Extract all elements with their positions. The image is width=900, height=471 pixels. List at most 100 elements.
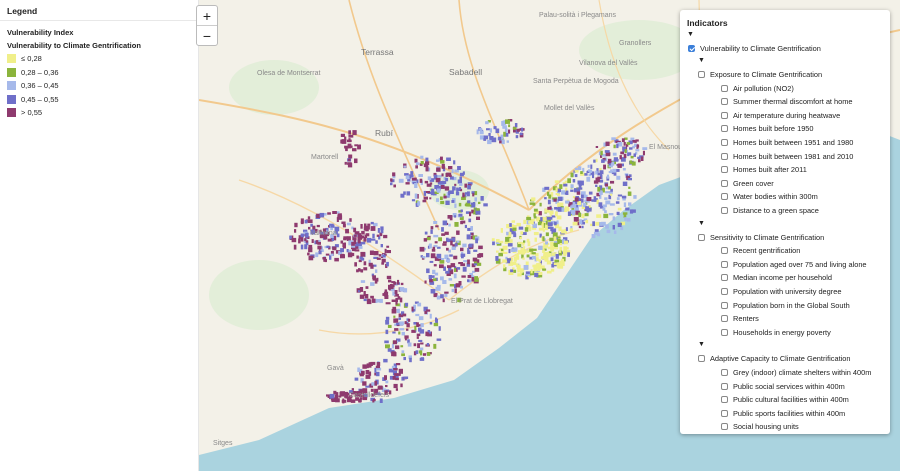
vulnerability-block: [396, 308, 400, 313]
map-label-santperpetua: Santa Perpètua de Mogoda: [533, 78, 619, 85]
vulnerability-block: [436, 338, 442, 341]
indicator-item[interactable]: Distance to a green space: [721, 206, 819, 215]
indicator-item[interactable]: Social housing units: [721, 422, 799, 431]
vulnerability-block: [430, 226, 434, 230]
vulnerability-block: [469, 212, 472, 217]
indicator-group[interactable]: Sensitivity to Climate Gentrification: [698, 233, 824, 242]
indicator-root[interactable]: Vulnerability to Climate Gentrification: [688, 44, 821, 53]
vulnerability-block: [624, 217, 627, 221]
vulnerability-block: [368, 362, 373, 366]
indicator-item[interactable]: Public sports facilities within 400m: [721, 409, 845, 418]
checkbox[interactable]: [721, 152, 728, 160]
checkbox[interactable]: [721, 166, 728, 174]
indicator-item[interactable]: Households in energy poverty: [721, 328, 831, 337]
vulnerability-block: [456, 240, 460, 243]
checkbox[interactable]: [721, 409, 728, 417]
vulnerability-block: [557, 236, 561, 239]
indicator-item[interactable]: Public social services within 400m: [721, 382, 845, 391]
expand-caret-icon[interactable]: ▼: [698, 57, 705, 64]
indicator-item[interactable]: Air pollution (NO2): [721, 84, 794, 93]
checkbox[interactable]: [721, 111, 728, 119]
checkbox[interactable]: [721, 193, 728, 201]
map-label-terrassa: Terrassa: [361, 47, 394, 57]
expand-caret-icon[interactable]: ▼: [698, 341, 705, 348]
checkbox[interactable]: [721, 84, 728, 92]
checkbox[interactable]: [721, 274, 728, 282]
checkbox[interactable]: [698, 355, 705, 363]
zoom-in-button[interactable]: +: [197, 6, 217, 25]
vulnerability-block: [432, 278, 437, 282]
vulnerability-block: [424, 280, 427, 284]
vulnerability-block: [322, 257, 327, 260]
vulnerability-block: [547, 199, 551, 205]
indicator-item[interactable]: Population with university degree: [721, 287, 841, 296]
vulnerability-block: [519, 132, 523, 136]
vulnerability-block: [554, 221, 557, 226]
indicator-item[interactable]: Population aged over 75 and living alone: [721, 260, 867, 269]
vulnerability-block: [581, 213, 585, 218]
indicator-item[interactable]: Water bodies within 300m: [721, 192, 818, 201]
indicator-item[interactable]: Homes built after 2011: [721, 165, 807, 174]
indicator-item[interactable]: Homes built before 1950: [721, 124, 814, 133]
vulnerability-block: [629, 160, 632, 164]
checkbox[interactable]: [721, 396, 728, 404]
checkbox[interactable]: [721, 328, 728, 336]
indicator-group[interactable]: Adaptive Capacity to Climate Gentrificat…: [698, 354, 851, 363]
vulnerability-block: [512, 127, 517, 130]
indicator-item[interactable]: Air temperature during heatwave: [721, 111, 840, 120]
checkbox[interactable]: [721, 125, 728, 133]
checkbox[interactable]: [721, 288, 728, 295]
vulnerability-block: [340, 248, 344, 253]
vulnerability-block: [454, 288, 457, 294]
indicator-item[interactable]: Homes built between 1981 and 2010: [721, 152, 853, 161]
vulnerability-block: [500, 228, 503, 233]
vulnerability-block: [595, 184, 598, 187]
checkbox[interactable]: [698, 71, 705, 78]
checkbox[interactable]: [721, 260, 728, 268]
legend-swatch: [7, 81, 16, 91]
vulnerability-block: [411, 199, 416, 202]
vulnerability-block: [427, 352, 431, 356]
checkbox[interactable]: [688, 45, 695, 52]
indicator-item[interactable]: Homes built between 1951 and 1980: [721, 138, 853, 147]
vulnerability-block: [436, 167, 441, 172]
vulnerability-block: [510, 269, 514, 273]
indicator-item[interactable]: Population born in the Global South: [721, 301, 850, 310]
vulnerability-block: [472, 257, 478, 262]
checkbox[interactable]: [698, 233, 705, 241]
checkbox[interactable]: [721, 423, 728, 431]
checkbox[interactable]: [721, 98, 728, 106]
vulnerability-block: [533, 213, 536, 217]
checkbox[interactable]: [721, 369, 728, 376]
indicator-item[interactable]: Summer thermal discomfort at home: [721, 97, 853, 106]
expand-caret-icon[interactable]: ▼: [698, 220, 705, 227]
expand-caret-icon[interactable]: ▼: [687, 31, 694, 38]
checkbox[interactable]: [721, 207, 728, 214]
checkbox[interactable]: [721, 247, 728, 255]
checkbox[interactable]: [721, 179, 728, 187]
vulnerability-block: [370, 226, 376, 231]
indicator-item[interactable]: Green cover: [721, 179, 774, 188]
indicator-item[interactable]: Recent gentrification: [721, 246, 800, 255]
checkbox[interactable]: [721, 301, 728, 309]
vulnerability-block: [561, 229, 566, 234]
vulnerability-block: [388, 279, 392, 283]
zoom-out-button[interactable]: −: [197, 25, 217, 45]
vulnerability-block: [458, 213, 463, 217]
vulnerability-block: [416, 333, 421, 337]
vulnerability-block: [439, 181, 444, 185]
vulnerability-block: [445, 259, 451, 262]
checkbox[interactable]: [721, 139, 728, 146]
vulnerability-block: [426, 268, 430, 274]
vulnerability-block: [363, 267, 368, 271]
checkbox[interactable]: [721, 315, 728, 323]
vulnerability-block: [437, 175, 442, 178]
vulnerability-block: [425, 157, 429, 162]
indicator-item[interactable]: Public cultural facilities within 400m: [721, 395, 849, 404]
indicator-item[interactable]: Median income per household: [721, 273, 832, 282]
indicator-group[interactable]: Exposure to Climate Gentrification: [698, 70, 822, 79]
indicator-item[interactable]: Grey (indoor) climate shelters within 40…: [721, 368, 871, 377]
checkbox[interactable]: [721, 382, 728, 390]
indicator-item[interactable]: Renters: [721, 314, 759, 323]
vulnerability-block: [570, 184, 574, 188]
